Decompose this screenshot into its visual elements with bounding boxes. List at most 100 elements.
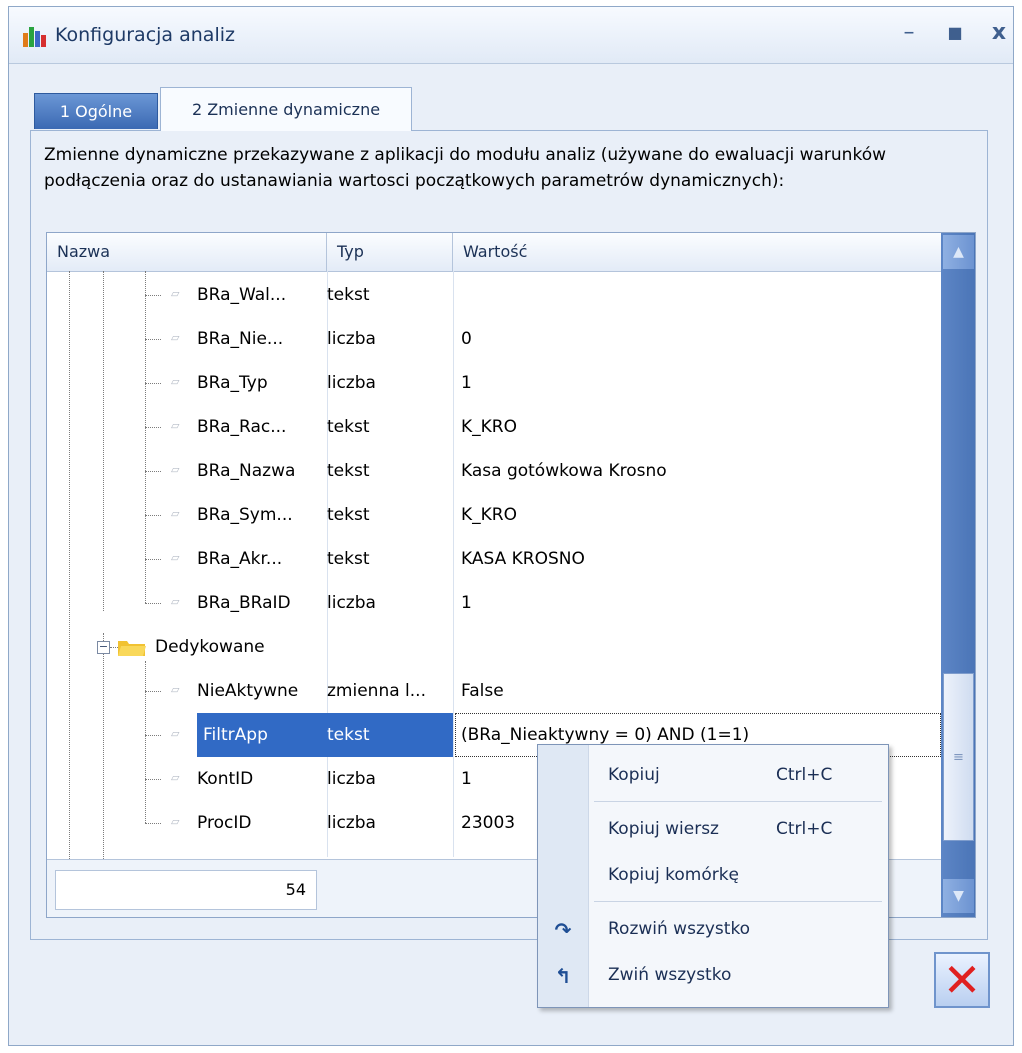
cell-type: liczba xyxy=(327,329,376,349)
table-row[interactable]: ▱ BRa_Wal... tekst xyxy=(47,273,941,317)
menu-item-zwin-wszystko[interactable]: Zwiń wszystko xyxy=(588,953,888,997)
tab-zmienne-dynamiczne[interactable]: 2 Zmienne dynamiczne xyxy=(160,87,412,131)
tree-line xyxy=(145,383,161,384)
cell-value: 1 xyxy=(461,593,472,613)
context-menu: Kopiuj Ctrl+C Kopiuj wiersz Ctrl+C Kopiu… xyxy=(537,744,889,1008)
cell-name: BRa_Typ xyxy=(197,373,268,393)
table-row[interactable]: ▱ BRa_Typ liczba 1 xyxy=(47,361,941,405)
variable-icon: ▱ xyxy=(171,375,180,388)
vertical-scrollbar[interactable]: ▲ ≡ ▼ xyxy=(941,233,975,917)
variable-icon: ▱ xyxy=(171,287,180,300)
menu-item-label: Kopiuj wiersz xyxy=(608,819,719,839)
variable-icon: ▱ xyxy=(171,815,180,828)
minimize-button[interactable]: – xyxy=(897,21,921,45)
tab-ogolne[interactable]: 1 Ogólne xyxy=(34,93,158,129)
menu-item-label: Kopiuj komórkę xyxy=(608,865,740,885)
menu-separator xyxy=(594,901,882,902)
cell-type: tekst xyxy=(327,461,370,481)
menu-item-kopiuj-wiersz[interactable]: Kopiuj wiersz Ctrl+C xyxy=(588,807,888,851)
table-row[interactable]: ▱ BRa_Nie... liczba 0 xyxy=(47,317,941,361)
table-row[interactable]: ▱ BRa_BRaID liczba 1 xyxy=(47,581,941,625)
scroll-up-icon[interactable]: ▲ xyxy=(943,235,974,269)
cell-value: K_KRO xyxy=(461,505,517,525)
app-bars-icon xyxy=(23,27,46,47)
table-row[interactable]: ▱ BRa_Akr... tekst KASA KROSNO xyxy=(47,537,941,581)
tree-line xyxy=(145,779,161,780)
scroll-thumb[interactable]: ≡ xyxy=(943,673,974,841)
variable-icon: ▱ xyxy=(171,727,180,740)
cell-name: BRa_Rac... xyxy=(197,417,287,437)
menu-item-label: Zwiń wszystko xyxy=(608,965,732,985)
table-row[interactable]: ▱ BRa_Nazwa tekst Kasa gotówkowa Krosno xyxy=(47,449,941,493)
cell-type: tekst xyxy=(327,285,370,305)
tree-line xyxy=(145,735,161,736)
cell-name: KontID xyxy=(197,769,254,789)
folder-icon xyxy=(118,641,146,656)
tree-line xyxy=(145,295,161,296)
variable-icon: ▱ xyxy=(171,771,180,784)
table-row[interactable]: ▱ BRa_Sym... tekst K_KRO xyxy=(47,493,941,537)
cell-type: zmienna l... xyxy=(327,681,426,701)
variable-icon: ▱ xyxy=(171,419,180,432)
menu-item-rozwin-wszystko[interactable]: Rozwiń wszystko xyxy=(588,907,888,951)
expand-arrow-icon: ↷ xyxy=(554,918,572,942)
variable-icon: ▱ xyxy=(171,551,180,564)
variable-icon: ▱ xyxy=(171,595,180,608)
table-row[interactable]: ▱ BRa_Rac... tekst K_KRO xyxy=(47,405,941,449)
column-header-wartosc[interactable]: Wartość xyxy=(453,233,941,271)
tree-line xyxy=(145,691,161,692)
tree-line xyxy=(145,339,161,340)
row-count: 54 xyxy=(55,870,317,910)
collapse-arrow-icon: ↰ xyxy=(554,964,572,988)
cell-value xyxy=(461,273,941,317)
cell-name: BRa_Sym... xyxy=(197,505,293,525)
tree-line xyxy=(145,823,161,824)
title-bar: Konfiguracja analiz – ■ x xyxy=(9,7,1013,64)
column-header-typ[interactable]: Typ xyxy=(327,233,453,271)
menu-item-label: Kopiuj xyxy=(608,765,660,785)
group-label: Dedykowane xyxy=(155,637,265,657)
tree-line xyxy=(145,603,161,604)
collapse-toggle-icon[interactable]: − xyxy=(97,641,110,654)
cell-type: liczba xyxy=(327,593,376,613)
cell-name: BRa_Nie... xyxy=(197,329,284,349)
description-text: Zmienne dynamiczne przekazywane z aplika… xyxy=(44,145,886,191)
close-button[interactable]: ✕ xyxy=(934,952,990,1008)
variable-icon: ▱ xyxy=(171,683,180,696)
tree-line xyxy=(145,427,161,428)
cell-type: liczba xyxy=(327,769,376,789)
cell-name: BRa_Wal... xyxy=(197,285,287,305)
cell-name: FiltrApp xyxy=(197,713,321,757)
cell-type: liczba xyxy=(327,373,376,393)
menu-item-kopiuj[interactable]: Kopiuj Ctrl+C xyxy=(588,753,888,797)
column-header-nazwa[interactable]: Nazwa xyxy=(47,233,327,271)
cell-type: tekst xyxy=(321,713,453,757)
cell-value: 1 xyxy=(461,373,472,393)
cell-type: tekst xyxy=(327,417,370,437)
scroll-down-icon[interactable]: ▼ xyxy=(943,879,974,913)
menu-item-shortcut: Ctrl+C xyxy=(776,765,833,785)
table-row[interactable]: ▱ NieAktywne zmienna l... False xyxy=(47,669,941,713)
close-window-button[interactable]: x xyxy=(987,21,1011,45)
menu-separator xyxy=(594,801,882,802)
menu-item-shortcut: Ctrl+C xyxy=(776,819,833,839)
tree-line xyxy=(145,515,161,516)
variable-icon: ▱ xyxy=(171,463,180,476)
menu-item-kopiuj-komorke[interactable]: Kopiuj komórkę xyxy=(588,853,888,897)
cell-type: tekst xyxy=(327,505,370,525)
cell-value: KASA KROSNO xyxy=(461,549,585,569)
cell-value: False xyxy=(461,681,504,701)
tree-line xyxy=(145,559,161,560)
cell-name: NieAktywne xyxy=(197,681,299,701)
variable-icon: ▱ xyxy=(171,331,180,344)
cell-name: BRa_Nazwa xyxy=(197,461,296,481)
window-title: Konfiguracja analiz xyxy=(55,24,235,46)
menu-item-label: Rozwiń wszystko xyxy=(608,919,751,939)
cell-type: tekst xyxy=(327,549,370,569)
tree-group-dedykowane[interactable]: − Dedykowane xyxy=(47,625,941,669)
maximize-button[interactable]: ■ xyxy=(943,21,967,45)
cell-value: 0 xyxy=(461,329,472,349)
cell-type: liczba xyxy=(327,813,376,833)
cell-value: K_KRO xyxy=(461,417,517,437)
variable-icon: ▱ xyxy=(171,507,180,520)
